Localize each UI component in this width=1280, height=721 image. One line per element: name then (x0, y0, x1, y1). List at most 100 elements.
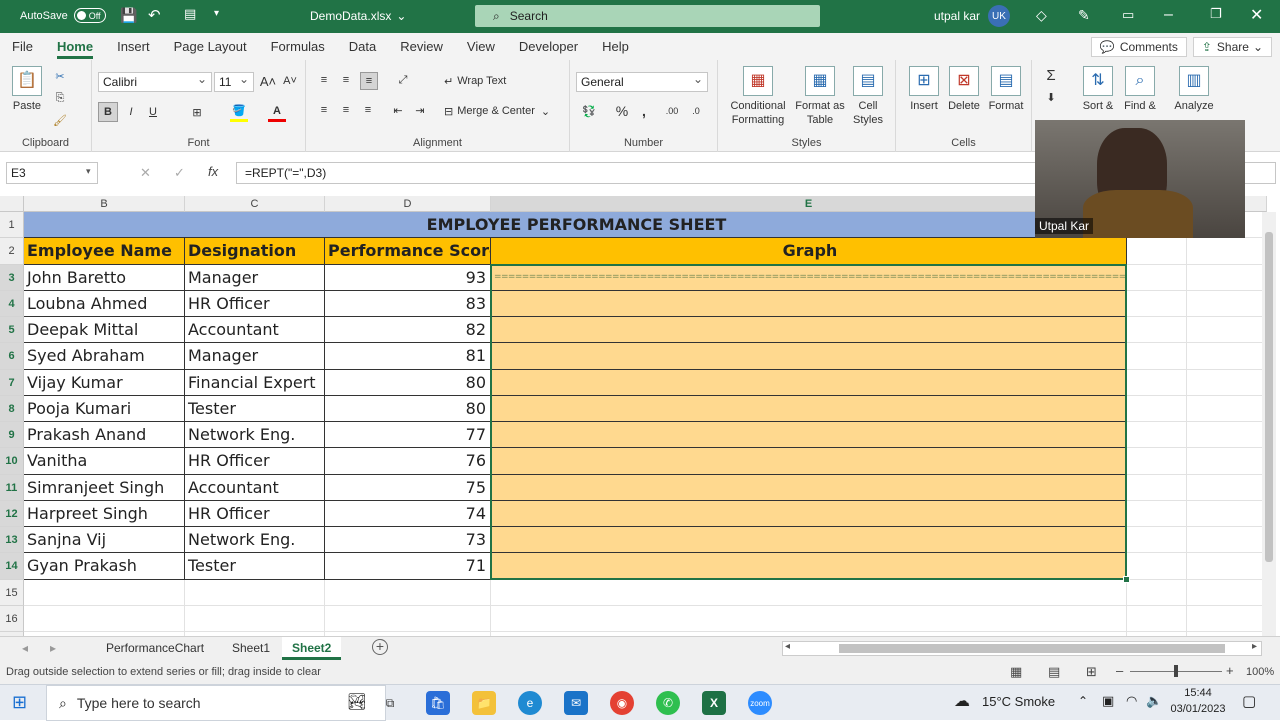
empty-cell[interactable] (1187, 579, 1267, 606)
empty-cell[interactable] (1187, 369, 1267, 396)
clock-date[interactable]: 03/01/2023 (1166, 703, 1230, 715)
format-cells-button[interactable]: ▤ Format (984, 66, 1028, 113)
row-header[interactable]: 1 (0, 212, 24, 239)
employee-name-cell[interactable]: Deepak Mittal (24, 317, 185, 344)
autosave-toggle[interactable]: Off (73, 8, 106, 23)
fill-icon[interactable]: ⬇ (1042, 88, 1060, 106)
header-graph[interactable]: Graph (491, 238, 1127, 265)
menu-insert[interactable]: Insert (105, 33, 162, 60)
graph-cell[interactable] (491, 369, 1127, 396)
notifications-icon[interactable]: ▢ (1242, 692, 1256, 710)
sort-filter-button[interactable]: ⇅ Sort & (1076, 66, 1120, 113)
tab-sheet1[interactable]: Sheet1 (222, 637, 280, 660)
row-header[interactable]: 3 (0, 264, 24, 291)
font-color-icon[interactable]: A (268, 102, 286, 122)
number-format-select[interactable]: General (576, 70, 708, 92)
underline-button[interactable]: U (144, 102, 162, 122)
score-cell[interactable]: 74 (325, 500, 491, 527)
empty-cell[interactable] (24, 579, 185, 606)
align-center-icon[interactable]: ≡ (338, 102, 354, 118)
column-header-d[interactable]: D (325, 196, 491, 212)
empty-cell[interactable] (1127, 369, 1187, 396)
employee-name-cell[interactable]: Syed Abraham (24, 343, 185, 370)
fill-handle[interactable] (1123, 575, 1130, 583)
analyze-data-button[interactable]: ▥ Analyze (1170, 66, 1218, 113)
save-icon[interactable]: 💾 (120, 7, 137, 24)
diamond-icon[interactable]: ◇ (1036, 7, 1047, 24)
cell-styles-button[interactable]: ▤ Cell Styles (846, 66, 890, 127)
empty-cell[interactable] (1127, 264, 1187, 291)
graph-cell[interactable] (491, 395, 1127, 422)
increase-indent-icon[interactable]: ⇥ (412, 102, 428, 118)
zoom-in-icon[interactable]: + (1226, 663, 1234, 678)
designation-cell[interactable]: HR Officer (185, 448, 325, 475)
graph-cell[interactable] (491, 553, 1127, 580)
graph-cell[interactable] (491, 500, 1127, 527)
row-header[interactable]: 12 (0, 500, 24, 527)
designation-cell[interactable]: Financial Expert (185, 369, 325, 396)
normal-view-icon[interactable]: ▦ (1010, 664, 1022, 680)
weather-icon[interactable]: ☁ (954, 691, 970, 711)
italic-button[interactable]: I (122, 102, 140, 122)
chrome-icon[interactable]: ◉ (610, 691, 634, 715)
pen-icon[interactable]: ✎ (1078, 7, 1090, 24)
employee-name-cell[interactable]: Vijay Kumar (24, 369, 185, 396)
column-header-e[interactable]: E (491, 196, 1127, 212)
menu-data[interactable]: Data (337, 33, 388, 60)
empty-cell[interactable] (1187, 264, 1267, 291)
font-name-select[interactable]: Calibri (98, 70, 212, 92)
score-cell[interactable]: 83 (325, 290, 491, 317)
employee-name-cell[interactable]: Vanitha (24, 448, 185, 475)
designation-cell[interactable]: HR Officer (185, 290, 325, 317)
empty-cell[interactable] (1127, 317, 1187, 344)
row-header[interactable]: 16 (0, 605, 24, 632)
bold-button[interactable]: B (98, 102, 118, 122)
empty-cell[interactable] (1187, 290, 1267, 317)
empty-cell[interactable] (1127, 238, 1187, 265)
wifi-icon[interactable]: ◠ (1126, 693, 1137, 709)
row-header[interactable]: 11 (0, 474, 24, 501)
graph-cell[interactable] (491, 474, 1127, 501)
percent-icon[interactable]: % (614, 102, 630, 120)
empty-cell[interactable] (1127, 500, 1187, 527)
graph-cell[interactable] (491, 422, 1127, 449)
horizontal-scrollbar[interactable]: ◂ ▸ (782, 641, 1262, 656)
tab-scroll-left-icon[interactable]: ◂ (22, 641, 28, 655)
increase-font-icon[interactable]: A˄ (260, 72, 276, 90)
worksheet[interactable]: B C D E 1234567891011121314151617EMPLOYE… (0, 196, 1280, 636)
weather-text[interactable]: 15°C Smoke (982, 694, 1055, 709)
orientation-icon[interactable]: ⤢ (392, 72, 414, 88)
tab-scroll-right-icon[interactable]: ▸ (50, 641, 56, 655)
empty-cell[interactable] (24, 605, 185, 632)
windows-start-icon[interactable]: ⊞ (12, 692, 27, 713)
merge-center-button[interactable]: ⊟ Merge & Center ⌄ (444, 102, 550, 120)
zoom-app-icon[interactable]: zoom (748, 691, 772, 715)
undo-icon[interactable]: ↶ (148, 6, 161, 24)
align-bottom-icon[interactable]: ≡ (360, 72, 378, 90)
row-header[interactable]: 14 (0, 553, 24, 580)
wrap-text-button[interactable]: ↵ Wrap Text (444, 72, 506, 90)
empty-cell[interactable] (1187, 448, 1267, 475)
employee-name-cell[interactable]: John Baretto (24, 264, 185, 291)
format-as-table-button[interactable]: ▦ Format as Table (792, 66, 848, 127)
score-cell[interactable]: 77 (325, 422, 491, 449)
tray-chevron-icon[interactable]: ⌃ (1078, 694, 1088, 708)
volume-icon[interactable]: 🔈 (1146, 693, 1162, 709)
comments-button[interactable]: 💬 Comments (1090, 37, 1187, 57)
empty-cell[interactable] (1187, 422, 1267, 449)
share-button[interactable]: ⇪ Share ⌄ (1192, 37, 1272, 57)
taskbar-search[interactable]: ⌕ Type here to search 🏞 (46, 685, 386, 721)
menu-help[interactable]: Help (590, 33, 641, 60)
employee-name-cell[interactable]: Harpreet Singh (24, 500, 185, 527)
row-header[interactable]: 7 (0, 369, 24, 396)
excel-icon[interactable]: X (702, 691, 726, 715)
menu-review[interactable]: Review (388, 33, 455, 60)
minimize-icon[interactable]: – (1164, 6, 1173, 24)
copy-icon[interactable]: ⎘ (52, 90, 68, 106)
add-sheet-icon[interactable]: + (372, 639, 388, 655)
menu-view[interactable]: View (455, 33, 507, 60)
scrollbar-thumb[interactable] (1265, 232, 1273, 562)
comma-icon[interactable]: , (636, 102, 652, 120)
empty-cell[interactable] (1187, 605, 1267, 632)
currency-icon[interactable]: 💱 (578, 102, 600, 120)
